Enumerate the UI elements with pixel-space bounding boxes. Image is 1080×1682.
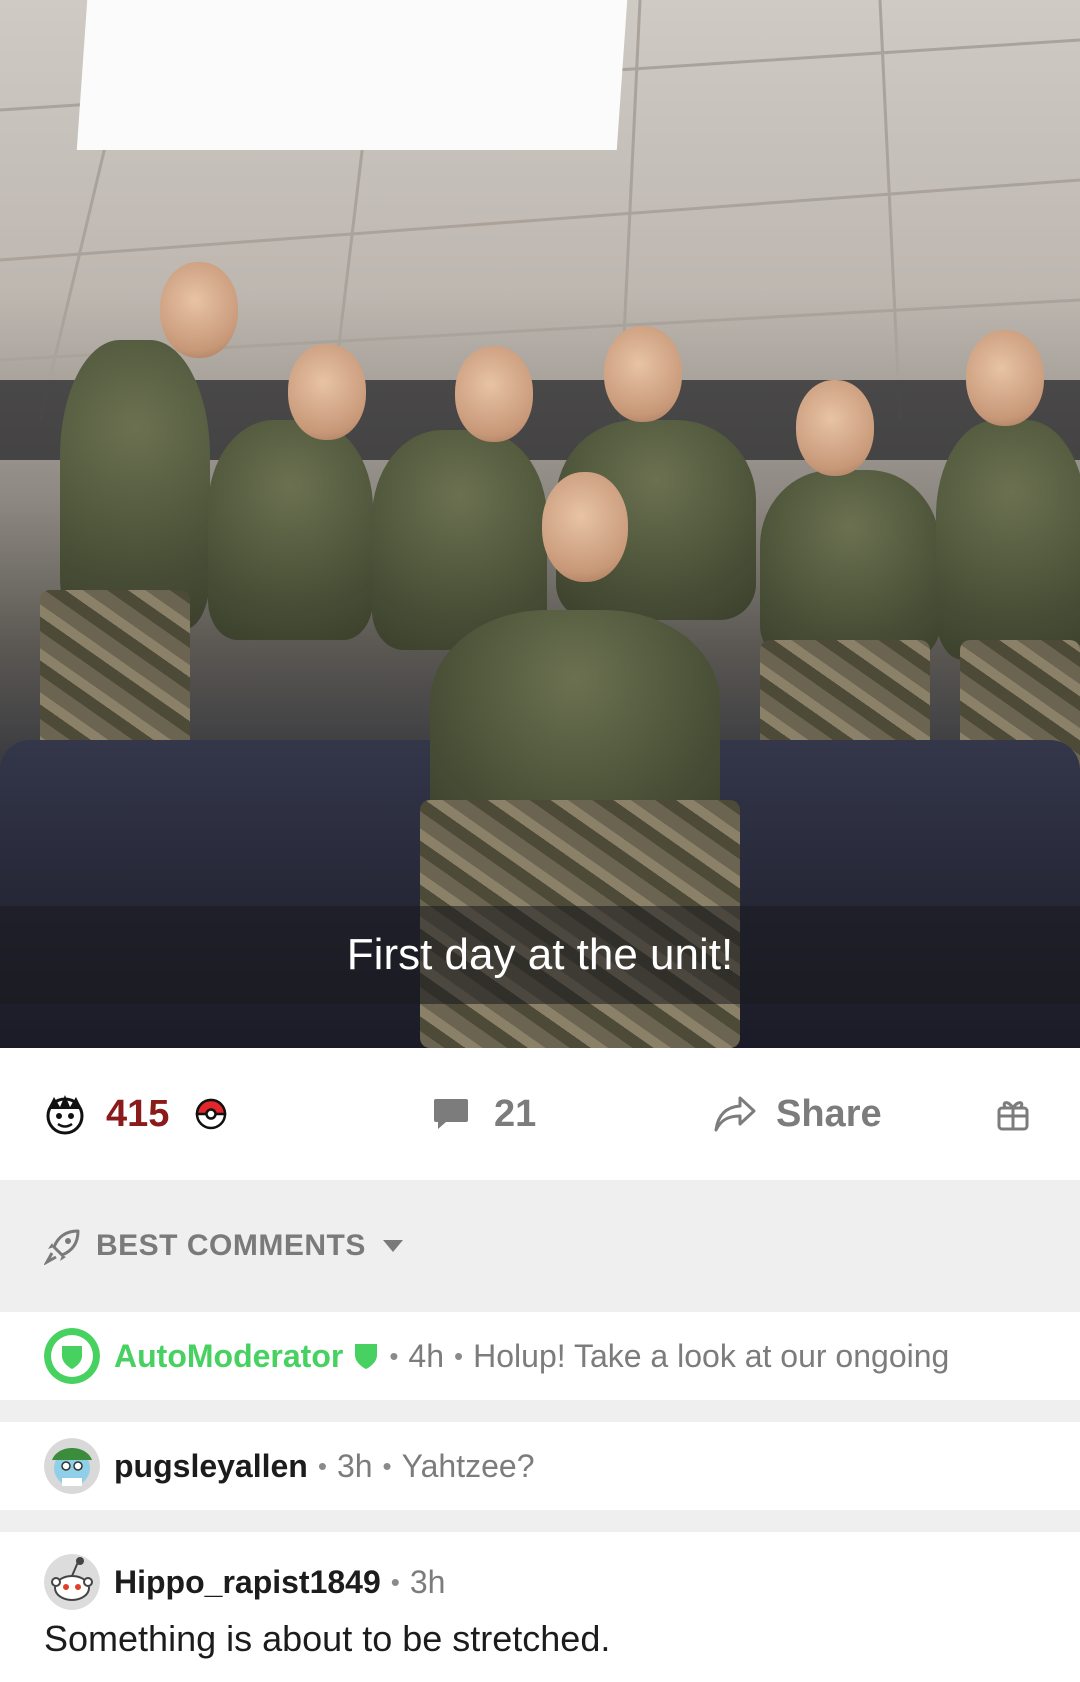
upvote-count: 415 (106, 1092, 170, 1135)
comment-time: 3h (409, 1563, 446, 1600)
divider (0, 1400, 1080, 1422)
pokeball-icon[interactable] (195, 1098, 227, 1130)
moderator-shield-avatar[interactable] (44, 1328, 100, 1384)
share-label: Share (776, 1092, 882, 1135)
comment[interactable]: AutoModerator • 4h • Holup! Take a look … (0, 1312, 1080, 1400)
mod-shield-icon (355, 1344, 378, 1369)
upvote-button[interactable]: 415 (42, 1048, 227, 1180)
person (208, 420, 373, 640)
separator-dot: • (382, 1450, 392, 1481)
share-arrow-icon (714, 1096, 756, 1132)
snoo-avatar[interactable] (44, 1554, 100, 1610)
image-caption: First day at the unit! (346, 930, 734, 979)
comment[interactable]: Hippo_rapist1849 • 3h Something is about… (0, 1532, 1080, 1682)
award-button[interactable] (996, 1048, 1030, 1180)
comments-button[interactable]: 21 (432, 1048, 536, 1180)
comment-time: 3h (336, 1447, 373, 1484)
person-head (966, 330, 1044, 426)
person-head (160, 262, 238, 358)
upvote-avatar-icon[interactable] (42, 1091, 88, 1137)
separator-dot: • (390, 1566, 400, 1597)
ceiling-light (76, 0, 628, 150)
comment-preview: Holup! Take a look at our ongoing (473, 1337, 950, 1374)
comment-author[interactable]: pugsleyallen (114, 1448, 308, 1485)
divider (0, 1510, 1080, 1532)
share-button[interactable]: Share (714, 1048, 882, 1180)
person-head (604, 326, 682, 422)
user-avatar[interactable] (44, 1438, 100, 1494)
person-head (455, 346, 533, 442)
separator-dot: • (454, 1340, 464, 1371)
comment-author[interactable]: AutoModerator (114, 1338, 343, 1375)
separator-dot: • (389, 1340, 399, 1371)
comment-icon (434, 1099, 468, 1129)
comment[interactable]: pugsleyallen • 3h • Yahtzee? (0, 1422, 1080, 1510)
caret-down-icon (382, 1240, 403, 1252)
comment-author[interactable]: Hippo_rapist1849 (114, 1564, 381, 1601)
comment-time: 4h (408, 1337, 445, 1374)
person (936, 420, 1080, 660)
person (760, 470, 940, 660)
rocket-icon (44, 1229, 80, 1265)
person-head (288, 344, 366, 440)
person (60, 340, 210, 630)
comment-count: 21 (494, 1092, 537, 1135)
person-head (796, 380, 874, 476)
gift-icon (997, 1101, 1029, 1131)
person-pants (760, 640, 930, 750)
separator-dot: • (317, 1450, 327, 1481)
comment-body: Something is about to be stretched. (44, 1618, 611, 1659)
sort-label: BEST COMMENTS (96, 1229, 366, 1262)
post-image[interactable]: First day at the unit! (0, 0, 1080, 1048)
comment-preview: Yahtzee? (401, 1447, 535, 1484)
post-action-bar: 415 21 Share (0, 1048, 1080, 1180)
seated-person-head (542, 472, 628, 582)
comment-sort-bar[interactable]: BEST COMMENTS (0, 1180, 1080, 1312)
